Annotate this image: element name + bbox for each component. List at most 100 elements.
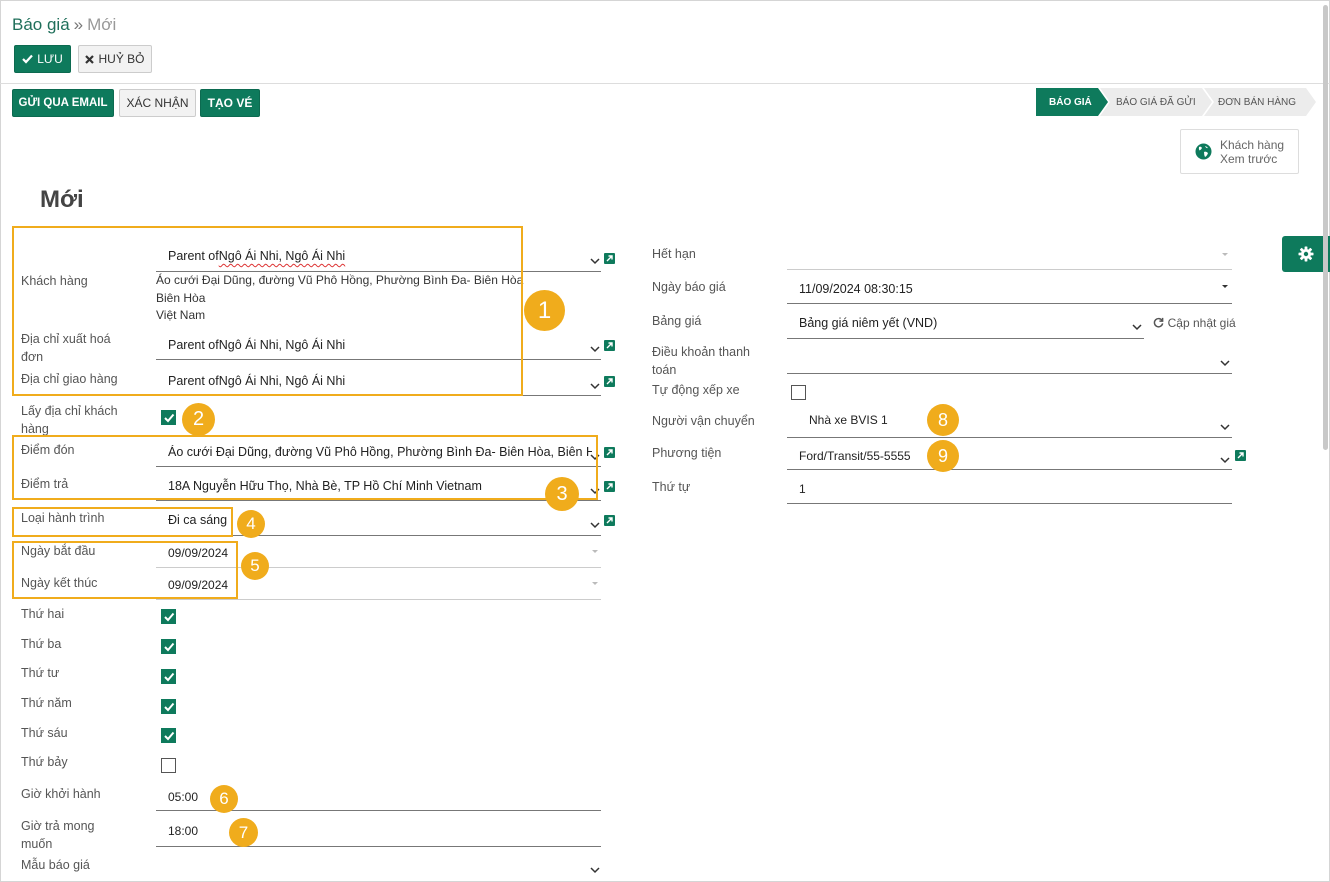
check-icon [22,54,34,64]
caret-down-icon[interactable] [1222,285,1228,288]
external-link-icon[interactable] [604,340,615,351]
chevron-down-icon[interactable] [589,520,601,530]
customer-preview-text: Khách hàng Xem trước [1220,138,1284,166]
annotation-badge-9: 9 [927,440,959,472]
carrier-value[interactable]: Nhà xe BVIS 1 [809,413,888,427]
weekday-label-tuesday: Thứ ba [21,637,62,651]
chevron-down-icon[interactable] [1219,455,1231,465]
weekday-checkbox-tuesday[interactable] [161,639,176,654]
external-link-icon[interactable] [1235,450,1246,461]
discard-button[interactable]: HUỶ BỎ [78,45,152,73]
send-email-button[interactable]: GỬI QUA EMAIL [12,89,114,117]
weekday-label-monday: Thứ hai [21,607,65,621]
stage-quotation-sent[interactable]: BÁO GIÁ ĐÃ GỬI [1100,88,1212,116]
weekday-checkbox-friday[interactable] [161,728,176,743]
expiry-label: Hết hạn [652,247,696,261]
annotation-badge-3: 3 [545,477,579,511]
caret-down-icon[interactable] [1222,253,1228,256]
weekday-checkbox-wednesday[interactable] [161,669,176,684]
weekday-label-friday: Thứ sáu [21,726,68,740]
breadcrumb-parent-link[interactable]: Báo giá [12,15,70,34]
annotation-box-3 [12,435,598,500]
quote-date-value[interactable]: 11/09/2024 08:30:15 [799,282,913,296]
save-button-label: LƯU [37,52,63,66]
chevron-down-icon[interactable] [589,381,601,391]
use-customer-address-checkbox[interactable] [161,410,176,425]
chevron-down-icon[interactable] [1219,422,1231,432]
vehicle-underline [787,469,1232,470]
use-customer-address-label: Lấy địa chỉ khách hàng [21,402,118,438]
annotation-box-1 [12,226,523,396]
annotation-badge-7: 7 [229,818,258,847]
quote-date-label: Ngày báo giá [652,280,726,294]
save-button[interactable]: LƯU [14,45,71,73]
chevron-down-icon[interactable] [589,344,601,354]
auto-assign-label: Tự động xếp xe [652,383,740,397]
annotation-badge-5: 5 [241,552,269,580]
weekday-checkbox-monday[interactable] [161,609,176,624]
dropoff-underline [156,500,601,501]
external-link-icon[interactable] [604,253,615,264]
weekday-checkbox-thursday[interactable] [161,699,176,714]
vehicle-value[interactable]: Ford/Transit/55-5555 [799,449,911,463]
order-value[interactable]: 1 [799,482,806,496]
quote-date-underline [787,303,1232,304]
use-customer-address-label-line1: Lấy địa chỉ khách [21,404,118,418]
caret-down-icon[interactable] [592,550,598,553]
return-time-underline [156,846,601,847]
external-link-icon[interactable] [604,376,615,387]
chevron-down-icon[interactable] [1219,358,1231,368]
weekday-label-wednesday: Thứ tư [21,666,60,680]
stage-sales-order[interactable]: ĐƠN BÁN HÀNG [1204,88,1316,116]
payment-terms-label-line1: Điều khoản thanh [652,345,750,359]
create-ticket-button[interactable]: TẠO VÉ [200,89,260,117]
update-price-button[interactable]: Cập nhật giá [1153,315,1236,330]
gear-icon [1298,246,1314,262]
confirm-button[interactable]: XÁC NHẬN [119,89,196,117]
end-date-underline [156,599,601,600]
auto-assign-checkbox[interactable] [791,385,806,400]
vehicle-label: Phương tiện [652,446,722,460]
weekday-checkbox-saturday[interactable] [161,758,176,773]
customer-preview-line1: Khách hàng [1220,137,1285,152]
breadcrumb-current: Mới [87,15,117,34]
annotation-badge-2: 2 [182,403,215,436]
return-time-label-line2: muốn [21,837,53,851]
breadcrumb: Báo giá» Mới [12,15,116,35]
return-time-label-line1: Giờ trả mong [21,819,95,833]
chevron-down-icon[interactable] [589,256,601,266]
stage-quotation[interactable]: BÁO GIÁ [1036,88,1108,116]
weekday-label-saturday: Thứ bảy [21,755,68,769]
chevron-down-icon[interactable] [589,865,601,875]
discard-button-label: HUỶ BỎ [98,52,145,66]
close-icon [85,54,95,64]
annotation-badge-4: 4 [237,510,265,538]
order-label: Thứ tự [652,480,691,494]
annotation-badge-8: 8 [927,404,959,436]
pricelist-underline [787,338,1144,339]
return-time-label: Giờ trả mong muốn [21,817,95,853]
chevron-down-icon[interactable] [1131,322,1143,332]
quote-template-label: Mẫu báo giá [21,858,90,872]
vertical-scrollbar[interactable] [1323,5,1328,450]
caret-down-icon[interactable] [592,582,598,585]
update-price-label: Cập nhật giá [1167,316,1236,330]
annotation-badge-6: 6 [210,785,238,813]
annotation-box-5 [12,541,238,599]
annotation-box-4 [12,507,233,537]
order-underline [787,503,1232,504]
breadcrumb-separator: » [73,15,84,34]
external-link-icon[interactable] [604,515,615,526]
external-link-icon[interactable] [604,447,615,458]
customer-preview-button[interactable]: Khách hàng Xem trước [1180,129,1299,174]
departure-time-label: Giờ khởi hành [21,787,101,801]
expiry-underline [787,269,1232,270]
return-time-value[interactable]: 18:00 [168,824,198,838]
departure-time-value[interactable]: 05:00 [168,790,198,804]
payment-terms-underline [787,373,1232,374]
form-title: Mới [40,186,84,213]
external-link-icon[interactable] [604,481,615,492]
pricelist-label: Bảng giá [652,314,702,328]
pricelist-value[interactable]: Bảng giá niêm yết (VND) [799,316,937,330]
globe-icon [1195,143,1212,160]
